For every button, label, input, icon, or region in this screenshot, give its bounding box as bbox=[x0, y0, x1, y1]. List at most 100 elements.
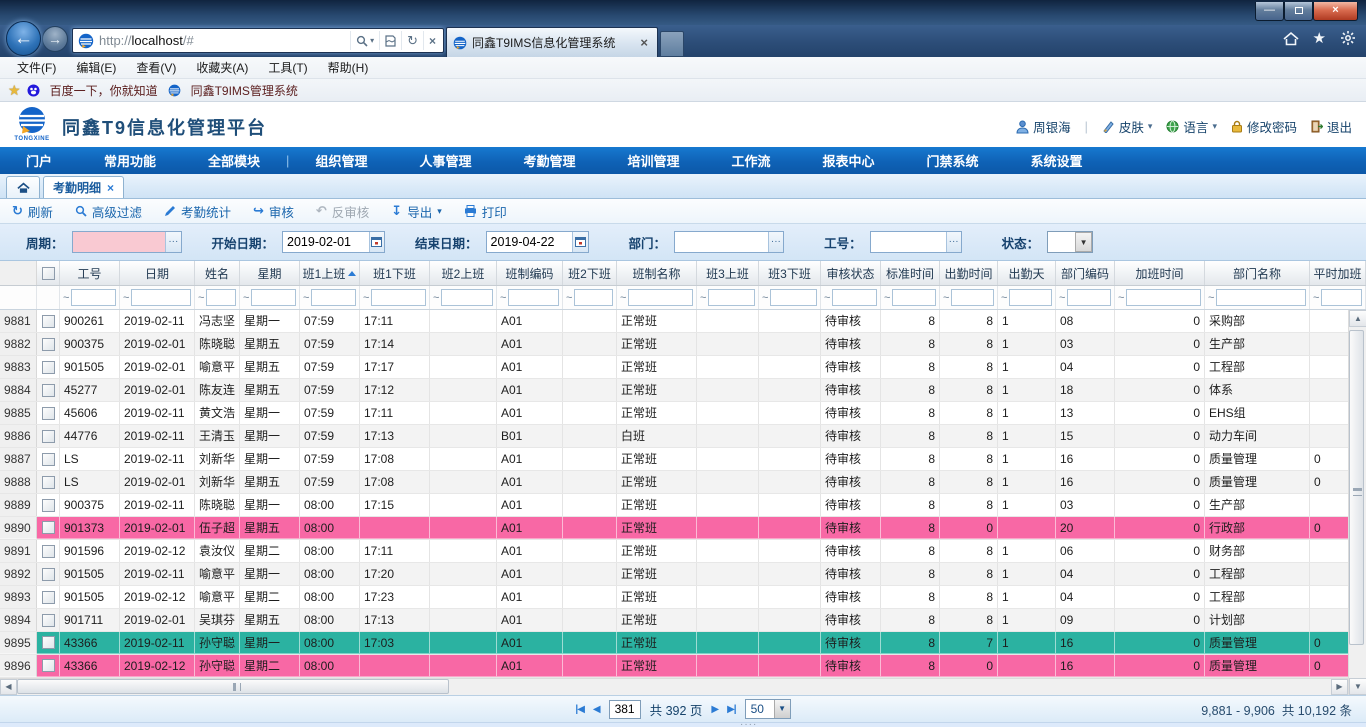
status-dropdown-icon[interactable]: ▼ bbox=[1075, 232, 1092, 252]
logout-button[interactable]: 退出 bbox=[1311, 117, 1352, 136]
table-row[interactable]: 98839015052019-02-01喻意平星期五07:5917:17A01正… bbox=[0, 356, 1348, 379]
search-icon[interactable]: ▾ bbox=[350, 31, 379, 50]
next-page-button[interactable]: ▶ bbox=[711, 704, 718, 715]
nav-item[interactable]: 培训管理 bbox=[601, 151, 705, 170]
settings-gear-icon[interactable] bbox=[1340, 30, 1356, 46]
scroll-down-icon[interactable]: ▼ bbox=[1349, 678, 1366, 695]
column-filter-input[interactable] bbox=[131, 289, 191, 306]
table-row[interactable]: 98939015052019-02-12喻意平星期二08:0017:23A01正… bbox=[0, 586, 1348, 609]
scroll-up-icon[interactable]: ▲ bbox=[1349, 310, 1366, 327]
horizontal-scrollbar-thumb[interactable] bbox=[17, 679, 449, 694]
column-filter-input[interactable] bbox=[1321, 289, 1362, 306]
menu-item[interactable]: 工具(T) bbox=[259, 57, 316, 78]
column-header[interactable]: 部门名称 bbox=[1205, 261, 1310, 285]
column-header[interactable]: 班2下班 bbox=[563, 261, 617, 285]
tab-close-icon[interactable]: × bbox=[637, 35, 651, 50]
column-header[interactable]: 星期 bbox=[240, 261, 300, 285]
window-close-button[interactable]: × bbox=[1313, 2, 1358, 21]
page-size-select[interactable]: 50 ▼ bbox=[745, 699, 791, 719]
refresh-button[interactable]: ↻刷新 bbox=[12, 202, 53, 221]
add-favorite-icon[interactable]: ★ bbox=[8, 82, 21, 99]
table-row[interactable]: 9888LS2019-02-01刘新华星期五07:5917:08A01正常班待审… bbox=[0, 471, 1348, 494]
export-button[interactable]: ↧导出▾ bbox=[391, 202, 441, 221]
column-filter-input[interactable] bbox=[1216, 289, 1306, 306]
column-header[interactable]: 出勤时间 bbox=[940, 261, 998, 285]
column-filter-input[interactable] bbox=[206, 289, 236, 306]
last-page-button[interactable]: ▶| bbox=[727, 704, 736, 715]
select-all-checkbox[interactable] bbox=[42, 267, 55, 280]
column-filter-input[interactable] bbox=[371, 289, 426, 306]
advanced-filter-button[interactable]: 高级过滤 bbox=[75, 202, 142, 221]
home-icon[interactable] bbox=[1283, 31, 1299, 46]
language-menu[interactable]: 语言▾ bbox=[1166, 117, 1217, 136]
column-filter-input[interactable] bbox=[892, 289, 936, 306]
column-header[interactable]: 班2上班 bbox=[430, 261, 497, 285]
column-header[interactable]: 班1上班 bbox=[300, 261, 360, 285]
print-button[interactable]: 打印 bbox=[464, 202, 507, 221]
row-checkbox[interactable] bbox=[42, 568, 55, 581]
menu-item[interactable]: 帮助(H) bbox=[319, 57, 378, 78]
period-input[interactable] bbox=[73, 232, 166, 252]
row-checkbox[interactable] bbox=[42, 591, 55, 604]
row-checkbox[interactable] bbox=[42, 636, 55, 649]
row-checkbox[interactable] bbox=[42, 476, 55, 489]
window-restore-button[interactable] bbox=[1284, 2, 1313, 21]
period-picker-button[interactable]: ··· bbox=[165, 232, 180, 252]
favorite-link-baidu[interactable]: 百度一下，你就知道 bbox=[46, 81, 162, 100]
employee-no-input[interactable] bbox=[871, 232, 946, 252]
column-header[interactable]: 班制编码 bbox=[497, 261, 563, 285]
row-checkbox[interactable] bbox=[42, 384, 55, 397]
column-filter-input[interactable] bbox=[574, 289, 613, 306]
table-row[interactable]: 98909013732019-02-01伍子超星期五08:00A01正常班待审核… bbox=[0, 517, 1348, 540]
column-header[interactable]: 工号 bbox=[60, 261, 120, 285]
column-header[interactable]: 加班时间 bbox=[1115, 261, 1205, 285]
column-header[interactable]: 班3上班 bbox=[697, 261, 759, 285]
row-checkbox[interactable] bbox=[42, 407, 55, 420]
nav-item[interactable]: 组织管理 bbox=[289, 151, 393, 170]
start-date-calendar-icon[interactable] bbox=[369, 232, 384, 252]
status-select[interactable]: ▼ bbox=[1047, 231, 1093, 253]
column-filter-input[interactable] bbox=[770, 289, 817, 306]
new-tab-button[interactable] bbox=[660, 31, 684, 57]
nav-item[interactable]: 常用功能 bbox=[78, 151, 182, 170]
audit-button[interactable]: ↪审核 bbox=[253, 202, 294, 221]
row-checkbox[interactable] bbox=[42, 453, 55, 466]
refresh-icon[interactable]: ↻ bbox=[401, 31, 423, 50]
nav-item[interactable]: 门户 bbox=[0, 151, 78, 170]
scroll-left-icon[interactable]: ◀ bbox=[0, 679, 17, 695]
table-row[interactable]: 98949017112019-02-01吴琪芬星期五08:0017:13A01正… bbox=[0, 609, 1348, 632]
employee-no-picker-button[interactable]: ··· bbox=[946, 232, 961, 252]
first-page-button[interactable]: |◀ bbox=[575, 704, 584, 715]
prev-page-button[interactable]: ◀ bbox=[593, 704, 600, 715]
vertical-scrollbar-thumb[interactable] bbox=[1349, 330, 1364, 645]
column-filter-input[interactable] bbox=[441, 289, 493, 306]
end-date-input[interactable] bbox=[487, 232, 573, 252]
tab-attendance-detail[interactable]: 考勤明细 × bbox=[43, 176, 124, 198]
row-checkbox[interactable] bbox=[42, 430, 55, 443]
nav-item[interactable]: 系统设置 bbox=[1005, 151, 1109, 170]
scroll-right-icon[interactable]: ▶ bbox=[1331, 679, 1348, 695]
stop-icon[interactable]: × bbox=[423, 31, 441, 50]
table-row[interactable]: 98919015962019-02-12袁汝仪星期二08:0017:11A01正… bbox=[0, 540, 1348, 563]
page-size-dropdown-icon[interactable]: ▼ bbox=[774, 700, 790, 718]
column-header[interactable]: 班制名称 bbox=[617, 261, 697, 285]
skin-menu[interactable]: 皮肤▾ bbox=[1102, 117, 1153, 136]
window-minimize-button[interactable]: — bbox=[1255, 2, 1284, 21]
compatibility-view-icon[interactable] bbox=[379, 31, 401, 50]
table-row[interactable]: 98899003752019-02-11陈晓聪星期一08:0017:15A01正… bbox=[0, 494, 1348, 517]
tab-close-icon[interactable]: × bbox=[107, 181, 114, 195]
row-checkbox[interactable] bbox=[42, 499, 55, 512]
favorite-link-tongxin[interactable]: 同鑫T9IMS管理系统 bbox=[187, 81, 302, 100]
table-row[interactable]: 98929015052019-02-11喻意平星期一08:0017:20A01正… bbox=[0, 563, 1348, 586]
nav-item[interactable]: 考勤管理 bbox=[497, 151, 601, 170]
table-row[interactable]: 9885456062019-02-11黄文浩星期一07:5917:11A01正常… bbox=[0, 402, 1348, 425]
column-filter-input[interactable] bbox=[628, 289, 693, 306]
nav-item[interactable]: 报表中心 bbox=[797, 151, 901, 170]
attendance-stats-button[interactable]: 考勤统计 bbox=[164, 202, 231, 221]
table-row[interactable]: 9895433662019-02-11孙守聪星期一08:0017:03A01正常… bbox=[0, 632, 1348, 655]
row-checkbox[interactable] bbox=[42, 521, 55, 534]
table-row[interactable]: 98819002612019-02-11冯志坚星期一07:5917:11A01正… bbox=[0, 310, 1348, 333]
column-filter-input[interactable] bbox=[251, 289, 296, 306]
current-user[interactable]: 周银海 bbox=[1016, 117, 1071, 136]
column-filter-input[interactable] bbox=[508, 289, 559, 306]
